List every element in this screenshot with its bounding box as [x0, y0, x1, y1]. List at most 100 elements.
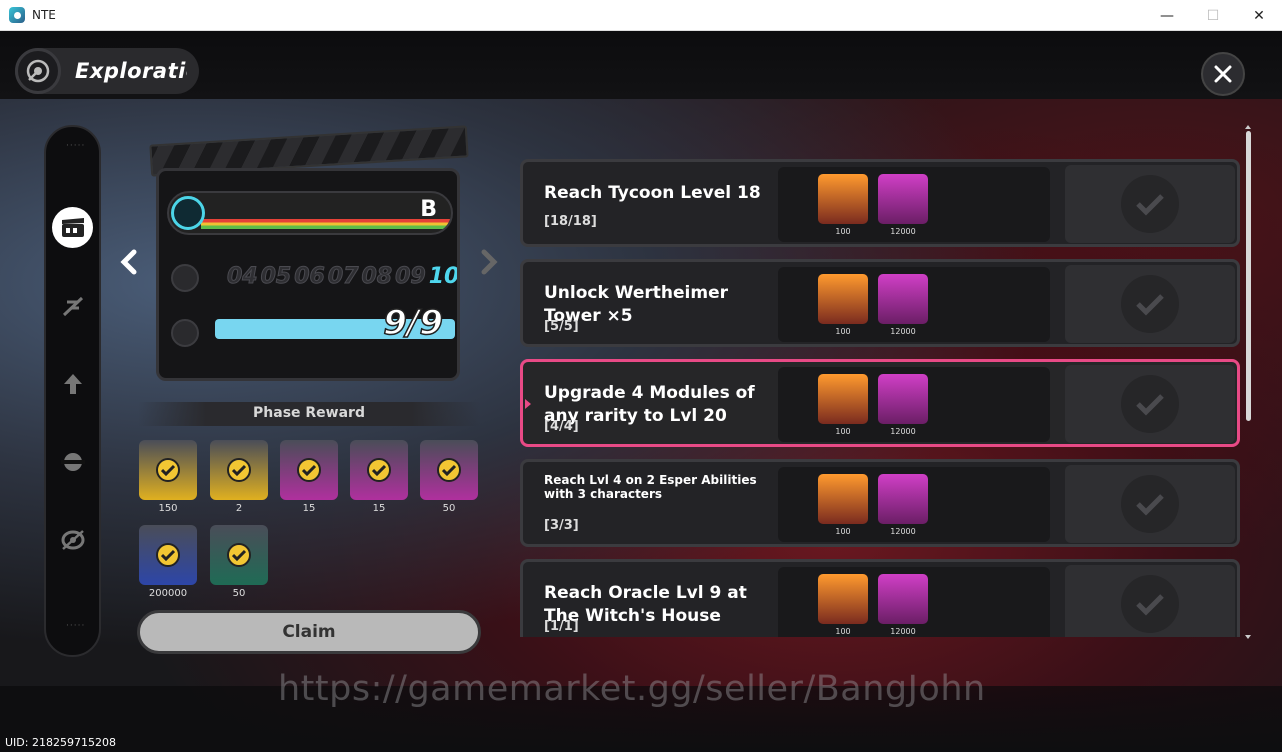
grade-letter: B — [420, 197, 437, 222]
task-row[interactable]: Upgrade 4 Modules of any rarity to Lvl 2… — [520, 359, 1240, 447]
check-icon — [227, 543, 251, 567]
reward-amount: 100 — [835, 527, 851, 536]
clapperboard-icon — [61, 217, 84, 237]
task-scrollbar[interactable] — [1245, 125, 1251, 641]
ticket-reward-icon[interactable] — [878, 274, 928, 324]
task-rewards: 100 12000 — [778, 167, 1050, 242]
reward-amount: 100 — [835, 327, 851, 336]
next-arrow[interactable] — [478, 247, 500, 277]
phase-clapperboard: B 04 05 06 07 08 09 10 9/9 — [148, 115, 470, 383]
title-bar: NTE — ☐ ✕ — [0, 0, 1282, 31]
completed-check-icon — [1121, 575, 1179, 633]
coin-reward-icon[interactable] — [818, 374, 868, 424]
reward-amount: 12000 — [890, 527, 916, 536]
frame-number: 07 — [327, 264, 359, 290]
reward-amount: 100 — [835, 427, 851, 436]
task-title: Reach Tycoon Level 18 — [544, 183, 761, 203]
page-title: Exploration — [75, 59, 187, 83]
phase-reward-item[interactable] — [210, 525, 268, 585]
sidebar-dots-bottom: ····· — [66, 621, 86, 631]
completed-check-icon — [1121, 475, 1179, 533]
sidebar-item-film[interactable] — [52, 207, 93, 248]
frame-number: 05 — [260, 264, 292, 290]
task-rewards: 100 12000 — [778, 367, 1050, 442]
minimize-button[interactable]: — — [1144, 0, 1190, 31]
sidebar-item-planet[interactable] — [52, 441, 93, 482]
phase-reward-amount: 150 — [158, 503, 178, 514]
close-button[interactable] — [1201, 52, 1245, 96]
clapper-body: B 04 05 06 07 08 09 10 9/9 — [156, 168, 460, 381]
task-rewards: 100 12000 — [778, 267, 1050, 342]
eye-icon — [61, 529, 84, 550]
reward-amount: 100 — [835, 627, 851, 636]
task-rewards: 100 12000 — [778, 567, 1050, 637]
coin-reward-icon[interactable] — [818, 174, 868, 224]
task-list: Reach Tycoon Level 18 [18/18] 100 12000 Unlo… — [520, 127, 1240, 637]
reward-amount: 100 — [835, 227, 851, 236]
chart-icon — [62, 296, 83, 316]
prev-arrow[interactable] — [118, 247, 140, 277]
selected-pointer-icon — [525, 399, 531, 409]
reward-amount: 12000 — [890, 227, 916, 236]
sidebar-item-stats[interactable] — [52, 285, 93, 326]
rainbow-stripes — [201, 219, 451, 229]
task-row[interactable]: Reach Lvl 4 on 2 Esper Abilities with 3 … — [520, 459, 1240, 547]
coin-reward-icon[interactable] — [818, 474, 868, 524]
task-status — [1065, 365, 1235, 443]
frame-number: 06 — [294, 264, 326, 290]
ticket-reward-icon[interactable] — [878, 174, 928, 224]
task-rewards: 100 12000 — [778, 467, 1050, 542]
category-sidebar: ····· ····· — [44, 125, 101, 657]
phase-reward-item[interactable] — [280, 440, 338, 500]
phase-reward-item[interactable] — [420, 440, 478, 500]
sidebar-item-eye[interactable] — [52, 519, 93, 560]
sidebar-dots-top: ····· — [66, 141, 86, 151]
frame-number: 04 — [227, 264, 259, 290]
phase-reward-amount: 2 — [235, 503, 243, 514]
check-icon — [227, 458, 251, 482]
phase-reward-title: Phase Reward — [253, 405, 365, 421]
frame-number: 08 — [361, 264, 393, 290]
arrow-up-icon — [63, 373, 82, 394]
claim-button[interactable]: Claim — [137, 610, 481, 654]
ticket-reward-icon[interactable] — [878, 474, 928, 524]
phase-reward-amount: 15 — [372, 503, 386, 514]
task-row[interactable]: Unlock Wertheimer Tower ×5 [5/5] 100 12000 — [520, 259, 1240, 347]
phase-reward-header: Phase Reward — [138, 402, 480, 426]
reward-amount: 12000 — [890, 427, 916, 436]
sidebar-item-upgrade[interactable] — [52, 363, 93, 404]
phase-reward-item[interactable] — [350, 440, 408, 500]
game-area: Exploration ····· ····· — [0, 31, 1282, 752]
check-icon — [156, 543, 180, 567]
maximize-button[interactable]: ☐ — [1190, 0, 1236, 31]
ticket-reward-icon[interactable] — [878, 574, 928, 624]
phase-reward-amount: 50 — [232, 588, 246, 599]
scroll-thumb[interactable] — [1246, 131, 1251, 421]
task-progress: [18/18] — [544, 214, 597, 229]
task-progress: [3/3] — [544, 518, 579, 533]
coin-reward-icon[interactable] — [818, 574, 868, 624]
check-icon — [367, 458, 391, 482]
grade-tape: B — [167, 191, 453, 235]
app-icon — [9, 7, 25, 23]
close-icon — [1214, 65, 1232, 83]
reward-amount: 12000 — [890, 627, 916, 636]
planet-icon — [60, 452, 85, 471]
completed-check-icon — [1121, 275, 1179, 333]
phase-reward-item[interactable] — [139, 440, 197, 500]
phase-reward-item[interactable] — [210, 440, 268, 500]
game-window: NTE — ☐ ✕ Exploration ····· — [0, 0, 1282, 752]
task-row[interactable]: Reach Tycoon Level 18 [18/18] 100 12000 — [520, 159, 1240, 247]
city-logo-icon — [171, 196, 205, 230]
task-status — [1065, 165, 1235, 243]
chevron-left-icon — [120, 249, 137, 275]
chevron-right-icon — [481, 249, 498, 275]
timer-icon — [171, 319, 199, 347]
coin-reward-icon[interactable] — [818, 274, 868, 324]
task-row[interactable]: Reach Oracle Lvl 9 at The Witch's House[… — [520, 559, 1240, 637]
ticket-reward-icon[interactable] — [878, 374, 928, 424]
phase-reward-item[interactable] — [139, 525, 197, 585]
reward-amount: 12000 — [890, 327, 916, 336]
task-progress: [5/5] — [544, 319, 579, 334]
close-window-button[interactable]: ✕ — [1236, 0, 1282, 31]
